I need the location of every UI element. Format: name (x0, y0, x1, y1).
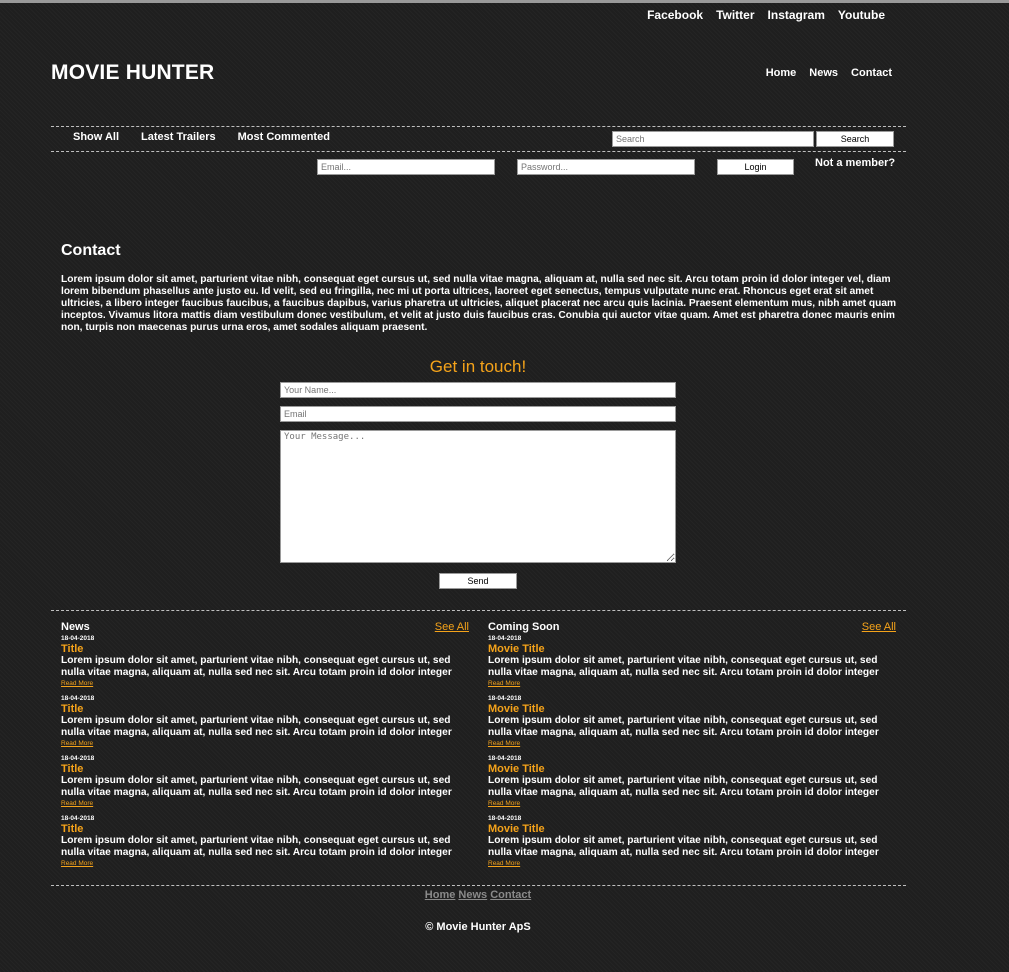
movie-item: 18-04-2018 Movie Title Lorem ipsum dolor… (488, 815, 896, 875)
subnav-most-commented[interactable]: Most Commented (238, 131, 330, 143)
news-title[interactable]: Title (61, 703, 469, 715)
page-title: Contact (61, 242, 121, 259)
copyright: © Movie Hunter ApS (425, 921, 531, 933)
movie-date: 18-04-2018 (488, 695, 522, 702)
news-item: 18-04-2018 Title Lorem ipsum dolor sit a… (61, 695, 469, 755)
login-email-field[interactable] (317, 159, 495, 175)
movie-read-more-link[interactable]: Read More (488, 679, 896, 688)
news-item: 18-04-2018 Title Lorem ipsum dolor sit a… (61, 815, 469, 875)
coming-soon-heading: Coming Soon (488, 621, 560, 633)
youtube-link[interactable]: Youtube (838, 8, 885, 22)
divider (51, 126, 906, 127)
movie-read-more-link[interactable]: Read More (488, 859, 896, 868)
movie-date: 18-04-2018 (488, 815, 522, 822)
nav-news[interactable]: News (809, 67, 838, 79)
news-title[interactable]: Title (61, 763, 469, 775)
movie-item: 18-04-2018 Movie Title Lorem ipsum dolor… (488, 755, 896, 815)
sub-nav: Show All Latest Trailers Most Commented (73, 131, 330, 143)
movie-excerpt: Lorem ipsum dolor sit amet, parturient v… (488, 835, 879, 858)
news-date: 18-04-2018 (61, 635, 95, 642)
movie-date: 18-04-2018 (488, 635, 522, 642)
news-excerpt: Lorem ipsum dolor sit amet, parturient v… (61, 775, 452, 798)
coming-soon-see-all-link[interactable]: See All (862, 621, 896, 633)
movie-excerpt: Lorem ipsum dolor sit amet, parturient v… (488, 715, 879, 738)
social-links: Facebook Twitter Instagram Youtube (647, 8, 885, 22)
news-read-more-link[interactable]: Read More (61, 859, 469, 868)
subnav-show-all[interactable]: Show All (73, 131, 119, 143)
search-input[interactable] (612, 131, 814, 147)
news-read-more-link[interactable]: Read More (61, 739, 469, 748)
contact-description: Lorem ipsum dolor sit amet, parturient v… (61, 274, 897, 333)
news-item: 18-04-2018 Title Lorem ipsum dolor sit a… (61, 635, 469, 695)
facebook-link[interactable]: Facebook (647, 8, 703, 22)
news-read-more-link[interactable]: Read More (61, 799, 469, 808)
divider (51, 610, 906, 611)
news-date: 18-04-2018 (61, 695, 95, 702)
site-title[interactable]: MOVIE HUNTER (51, 61, 214, 85)
divider (51, 151, 906, 152)
footer-contact-link[interactable]: Contact (490, 889, 531, 901)
login-button[interactable]: Login (717, 159, 794, 175)
movie-title[interactable]: Movie Title (488, 823, 896, 835)
search-button[interactable]: Search (816, 131, 894, 147)
name-field[interactable] (280, 382, 676, 398)
news-section: News See All 18-04-2018 Title Lorem ipsu… (61, 621, 469, 875)
movie-excerpt: Lorem ipsum dolor sit amet, parturient v… (488, 655, 879, 678)
movie-date: 18-04-2018 (488, 755, 522, 762)
news-date: 18-04-2018 (61, 815, 95, 822)
footer-nav: Home News Contact (0, 889, 956, 901)
movie-read-more-link[interactable]: Read More (488, 739, 896, 748)
instagram-link[interactable]: Instagram (768, 8, 825, 22)
news-see-all-link[interactable]: See All (435, 621, 469, 633)
news-item: 18-04-2018 Title Lorem ipsum dolor sit a… (61, 755, 469, 815)
nav-contact[interactable]: Contact (851, 67, 892, 79)
news-title[interactable]: Title (61, 643, 469, 655)
login-password-field[interactable] (517, 159, 695, 175)
subnav-latest-trailers[interactable]: Latest Trailers (141, 131, 216, 143)
news-date: 18-04-2018 (61, 755, 95, 762)
movie-item: 18-04-2018 Movie Title Lorem ipsum dolor… (488, 695, 896, 755)
nav-home[interactable]: Home (766, 67, 797, 79)
movie-excerpt: Lorem ipsum dolor sit amet, parturient v… (488, 775, 879, 798)
news-excerpt: Lorem ipsum dolor sit amet, parturient v… (61, 715, 452, 738)
form-heading: Get in touch! (429, 357, 527, 376)
news-excerpt: Lorem ipsum dolor sit amet, parturient v… (61, 835, 452, 858)
email-field[interactable] (280, 406, 676, 422)
movie-read-more-link[interactable]: Read More (488, 799, 896, 808)
divider (51, 885, 906, 886)
news-title[interactable]: Title (61, 823, 469, 835)
movie-item: 18-04-2018 Movie Title Lorem ipsum dolor… (488, 635, 896, 695)
footer-news-link[interactable]: News (458, 889, 487, 901)
news-heading: News (61, 621, 90, 633)
not-a-member-link[interactable]: Not a member? (815, 157, 895, 169)
news-read-more-link[interactable]: Read More (61, 679, 469, 688)
movie-title[interactable]: Movie Title (488, 763, 896, 775)
message-field[interactable] (280, 430, 676, 563)
movie-title[interactable]: Movie Title (488, 643, 896, 655)
twitter-link[interactable]: Twitter (716, 8, 754, 22)
coming-soon-section: Coming Soon See All 18-04-2018 Movie Tit… (488, 621, 896, 875)
news-excerpt: Lorem ipsum dolor sit amet, parturient v… (61, 655, 452, 678)
main-nav: Home News Contact (766, 67, 892, 79)
send-button[interactable]: Send (439, 573, 517, 589)
movie-title[interactable]: Movie Title (488, 703, 896, 715)
footer-home-link[interactable]: Home (425, 889, 456, 901)
